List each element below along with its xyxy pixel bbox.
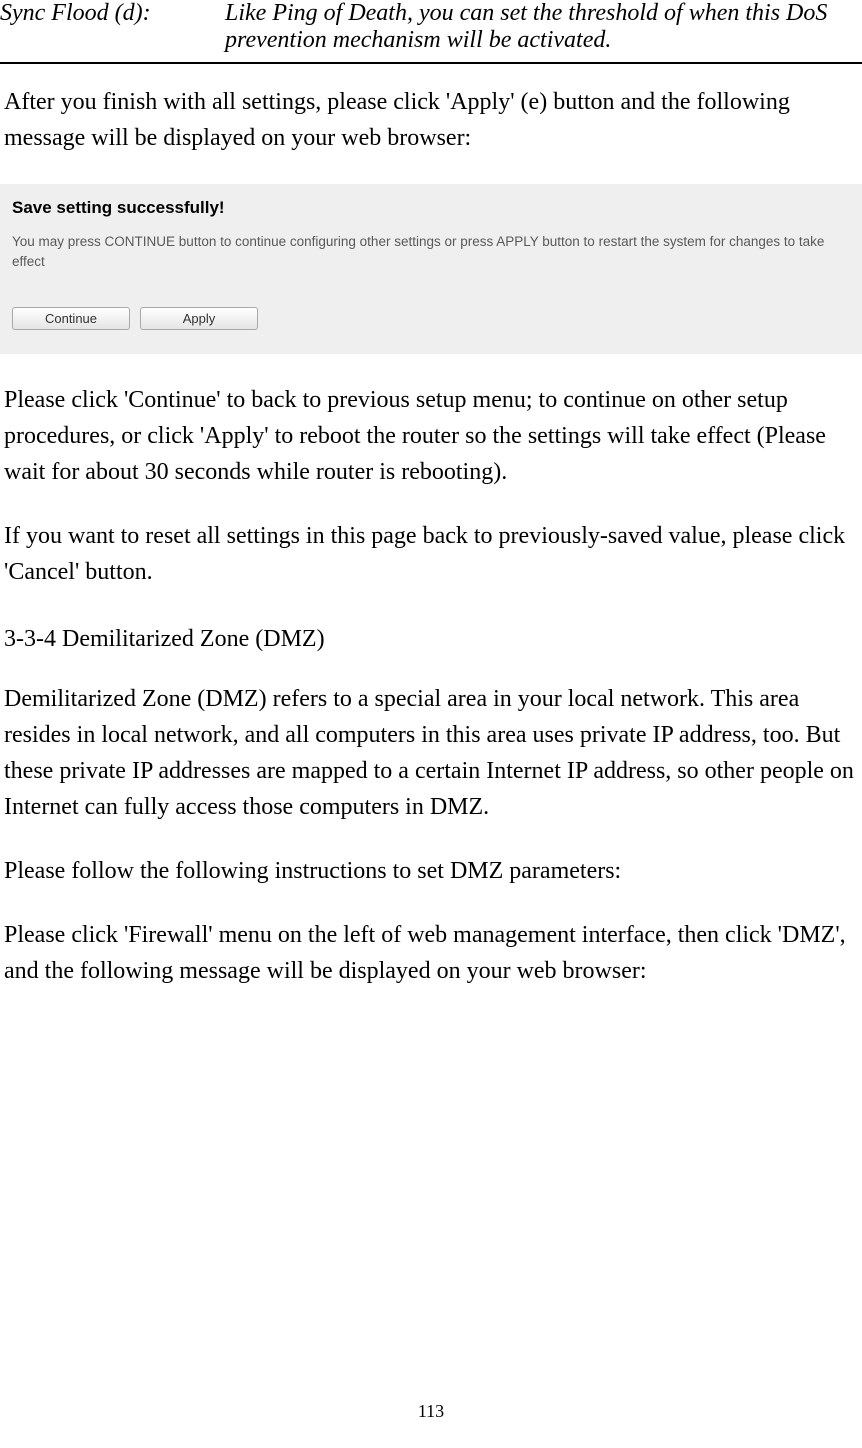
continue-button[interactable]: Continue (12, 307, 130, 330)
paragraph-continue-apply: Please click 'Continue' to back to previ… (4, 382, 858, 490)
save-setting-screenshot: Save setting successfully! You may press… (0, 184, 862, 354)
paragraph-dmz-instructions: Please follow the following instructions… (4, 853, 858, 889)
definition-row: Sync Flood (d): Like Ping of Death, you … (0, 0, 862, 54)
screenshot-text: You may press CONTINUE button to continu… (12, 232, 850, 273)
definition-table: Sync Flood (d): Like Ping of Death, you … (0, 0, 862, 64)
paragraph-cancel: If you want to reset all settings in thi… (4, 518, 858, 590)
apply-button[interactable]: Apply (140, 307, 258, 330)
paragraph-firewall-menu: Please click 'Firewall' menu on the left… (4, 917, 858, 989)
definition-desc: Like Ping of Death, you can set the thre… (225, 0, 862, 54)
paragraph-apply-instruction: After you finish with all settings, plea… (4, 84, 858, 156)
screenshot-button-row: Continue Apply (12, 307, 850, 330)
screenshot-title: Save setting successfully! (12, 198, 850, 218)
page-number: 113 (0, 1401, 862, 1422)
section-heading-dmz: 3-3-4 Demilitarized Zone (DMZ) (4, 626, 858, 653)
paragraph-dmz-intro: Demilitarized Zone (DMZ) refers to a spe… (4, 681, 858, 825)
definition-term: Sync Flood (d): (0, 0, 225, 54)
